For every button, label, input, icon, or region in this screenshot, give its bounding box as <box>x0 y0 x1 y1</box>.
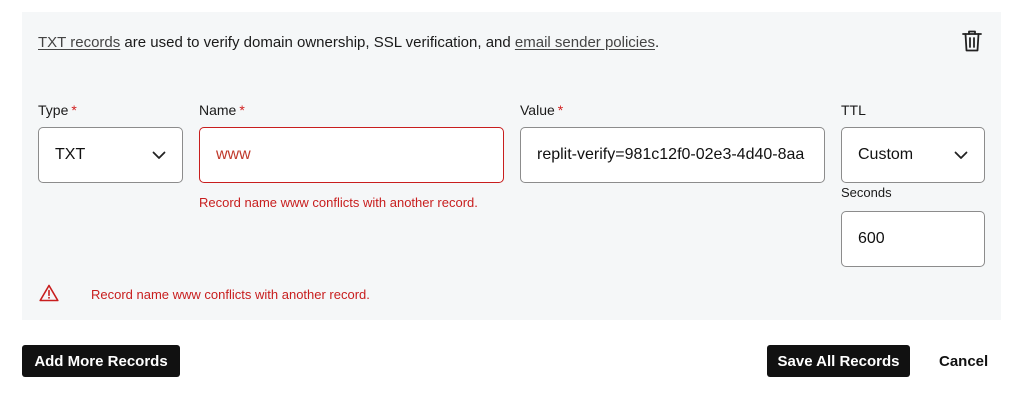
cancel-button[interactable]: Cancel <box>939 345 988 377</box>
type-select[interactable]: TXT <box>38 127 183 183</box>
record-editor-panel: TXT records are used to verify domain ow… <box>22 12 1001 320</box>
value-required-mark: * <box>557 102 564 118</box>
type-label: Type * <box>38 102 77 118</box>
ttl-label: TTL <box>841 102 866 118</box>
type-required-mark: * <box>71 102 77 118</box>
intro-end-text: . <box>654 34 660 51</box>
intro-middle-text: are used to verify domain ownership, SSL… <box>120 34 515 51</box>
chevron-down-icon <box>152 151 166 159</box>
add-more-records-button[interactable]: Add More Records <box>22 345 180 377</box>
value-input[interactable]: replit-verify=981c12f0-02e3-4d40-8aa <box>520 127 825 183</box>
name-required-mark: * <box>239 102 245 118</box>
value-input-value: replit-verify=981c12f0-02e3-4d40-8aa <box>537 146 805 163</box>
name-input[interactable]: www <box>199 127 504 183</box>
name-input-value: www <box>216 146 251 163</box>
email-sender-policies-link[interactable]: email sender policies <box>515 34 655 51</box>
seconds-input[interactable]: 600 <box>841 211 985 267</box>
txt-records-link[interactable]: TXT records <box>38 34 120 51</box>
name-error-message: Record name www conflicts with another r… <box>199 195 478 210</box>
intro-text: TXT records are used to verify domain ow… <box>38 34 659 51</box>
value-label-text: Value <box>520 102 555 118</box>
value-label: Value * <box>520 102 563 118</box>
seconds-input-value: 600 <box>858 230 885 247</box>
chevron-down-icon <box>954 151 968 159</box>
ttl-select[interactable]: Custom <box>841 127 985 183</box>
name-label-text: Name <box>199 102 237 118</box>
ttl-select-value: Custom <box>858 146 914 163</box>
save-all-records-button[interactable]: Save All Records <box>767 345 910 377</box>
form-error-message: Record name www conflicts with another r… <box>91 287 370 302</box>
name-label: Name * <box>199 102 245 118</box>
seconds-label: Seconds <box>841 185 892 200</box>
warning-triangle-icon <box>39 284 59 302</box>
type-label-text: Type <box>38 102 69 118</box>
type-select-value: TXT <box>55 146 86 163</box>
trash-icon[interactable] <box>961 29 983 53</box>
